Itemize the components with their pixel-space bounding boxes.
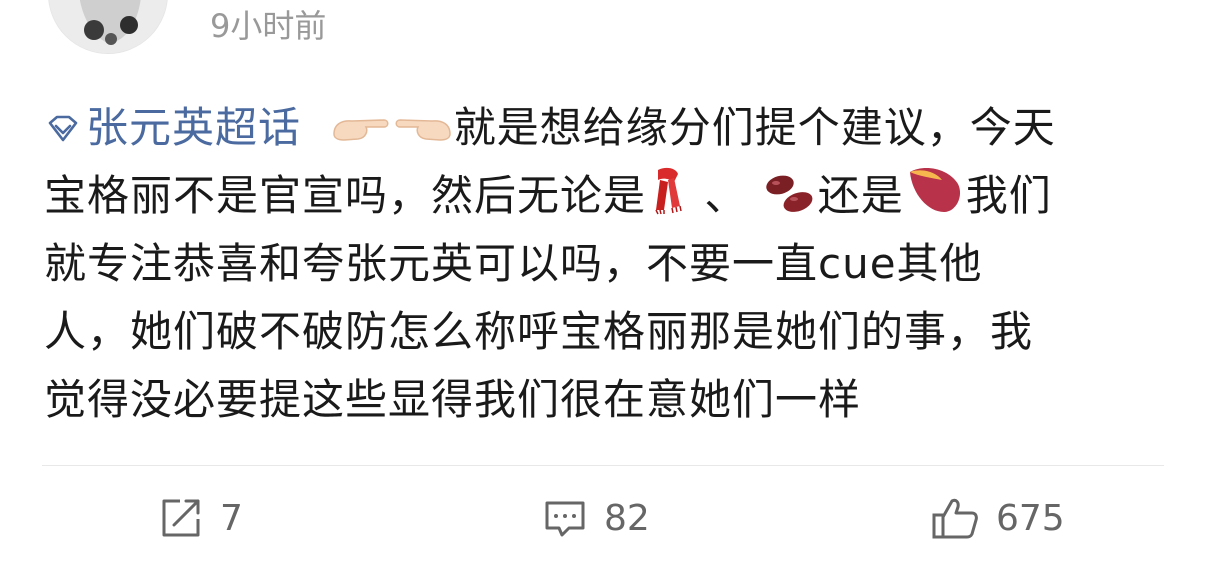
post-text-segment: 、 xyxy=(704,171,748,220)
thumbs-up-icon xyxy=(932,498,978,539)
post-text-segment: 宝格丽不是官宣吗，然后无论是 xyxy=(44,171,647,220)
backhand-index-pointing-right-emoji xyxy=(332,119,389,141)
post-line-3: 就专注恭喜和夸张元英可以吗，不要一直cue其他 xyxy=(44,239,983,288)
repost-count: 7 xyxy=(220,497,243,539)
super-topic-label: 张元英超话 xyxy=(86,103,302,152)
action-bar-divider xyxy=(42,465,1164,466)
super-topic-link[interactable]: 张元英超话 xyxy=(44,103,301,152)
post-text-segment: 就是想给缘分们提个建议，今天 xyxy=(453,103,1056,152)
roasted-sweet-potato-emoji xyxy=(909,168,960,212)
repost-button[interactable]: 7 xyxy=(158,490,243,546)
beans-emoji xyxy=(766,175,813,212)
backhand-index-pointing-left-emoji xyxy=(395,119,451,141)
post-line-4: 人，她们破不破防怎么称呼宝格丽那是她们的事，我 xyxy=(44,307,1034,356)
post-text-segment: 我们 xyxy=(965,171,1052,220)
post-line-1: 张元英超话 就是想给缘分们提个建议，今天 xyxy=(44,94,1169,162)
scarf-emoji xyxy=(655,167,682,215)
post-text-segment: 还是 xyxy=(817,171,904,220)
like-button[interactable]: 675 xyxy=(930,490,1065,546)
like-count: 675 xyxy=(996,497,1065,539)
comment-count: 82 xyxy=(604,497,650,539)
super-topic-diamond-icon xyxy=(48,115,78,142)
post-line-5: 觉得没必要提这些显得我们很在意她们一样 xyxy=(44,375,862,424)
comment-button[interactable]: 82 xyxy=(542,490,650,546)
post-timestamp: 9小时前 xyxy=(210,7,327,45)
post-body: 张元英超话 就是想给缘分们提个建议，今天 宝格丽不是官宣吗，然后无论是 、 还是… xyxy=(44,94,1169,434)
post-line-2: 宝格丽不是官宣吗，然后无论是 、 还是 我们 xyxy=(44,162,1169,230)
comment-icon xyxy=(545,501,585,537)
avatar[interactable] xyxy=(48,0,168,54)
repost-icon xyxy=(162,499,200,537)
